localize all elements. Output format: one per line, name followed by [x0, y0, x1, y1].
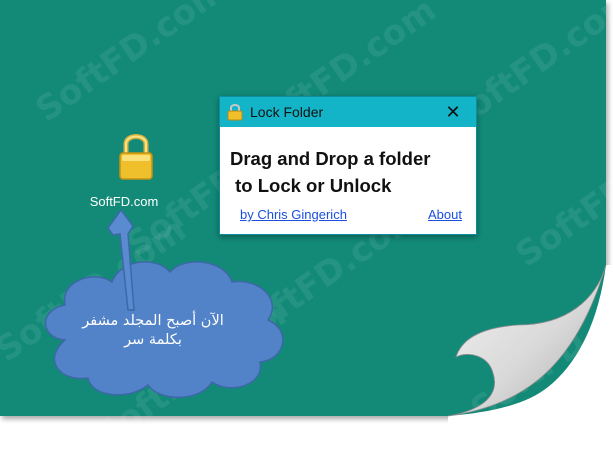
callout-line-2: بكلمة سر — [124, 332, 182, 348]
watermark: SoftFD.com — [28, 0, 234, 131]
instruction-line-1: Drag and Drop a folder — [230, 148, 431, 169]
callout-text: الآن أصبح المجلد مشفر بكلمة سر — [48, 312, 258, 350]
instruction-line-2: to Lock or Unlock — [230, 175, 392, 196]
close-icon: ✕ — [445, 101, 461, 122]
padlock-icon — [227, 104, 243, 121]
window-title: Lock Folder — [250, 104, 324, 120]
instruction-text: Drag and Drop a folder to Lock or Unlock — [230, 145, 470, 199]
page-curl — [448, 265, 613, 426]
watermark: SoftFD.com — [508, 114, 613, 276]
desktop-folder-icon[interactable] — [92, 128, 168, 189]
callout-cloud — [44, 210, 284, 399]
about-link[interactable]: About — [428, 207, 462, 222]
callout-line-1: الآن أصبح المجلد مشفر — [82, 313, 224, 329]
title-bar[interactable]: Lock Folder ✕ — [220, 97, 476, 127]
close-button[interactable]: ✕ — [430, 97, 476, 127]
desktop-icon-label[interactable]: SoftFD.com — [74, 194, 174, 209]
padlock-icon — [119, 134, 153, 180]
